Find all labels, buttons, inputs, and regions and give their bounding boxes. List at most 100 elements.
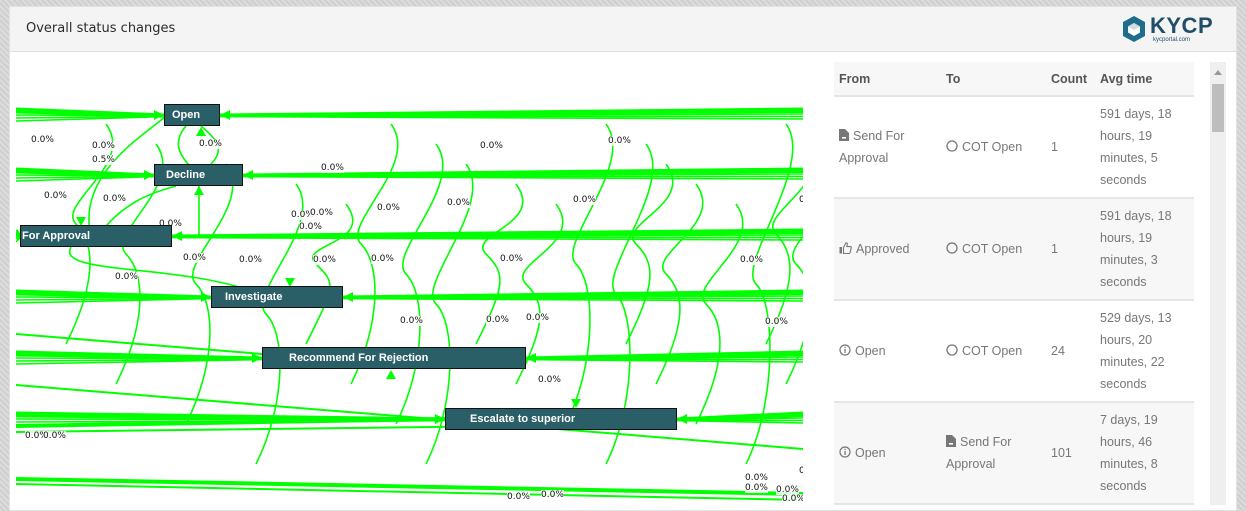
edge-label: 0.0% [799, 466, 803, 476]
file-icon [839, 129, 849, 141]
node-label: Open [172, 109, 201, 121]
edge-arrow-in-right [677, 414, 687, 424]
logo-text: KYCP [1150, 13, 1214, 38]
cell-from: Open [834, 402, 941, 505]
node-investigate[interactable]: Investigate [211, 286, 343, 308]
edge-label: 0.0% [43, 431, 66, 441]
edge-label: 0.0% [115, 272, 138, 282]
cell-to: COT Open [941, 300, 1046, 403]
cell-from: Open [834, 300, 941, 403]
kycp-logo: KYCP kycportal.com [1122, 13, 1222, 47]
edge-label: 0.0% [447, 198, 470, 208]
header-to[interactable]: To [941, 62, 1046, 97]
node-label: For Approval [22, 230, 91, 242]
cell-avg-time: 591 days, 18 hours, 19 minutes, 3 second… [1095, 198, 1194, 301]
edge-label: 0.0% [377, 203, 400, 213]
edge-label: 0.0% [310, 208, 333, 218]
edge-arrow-in-right [343, 292, 353, 302]
node-decline[interactable]: Decline [154, 164, 243, 186]
cell-count: 1 [1046, 198, 1095, 301]
node-label: Decline [166, 169, 206, 181]
panel-title: Overall status changes [26, 21, 176, 36]
edge-label: 0.0% [31, 135, 54, 145]
panel-header: Overall status changes KYCP kycportal.co… [10, 7, 1236, 52]
header-count[interactable]: Count [1046, 62, 1095, 97]
edge-arrow-up [194, 186, 204, 195]
info-icon [839, 446, 851, 458]
edge-label: 0.0% [92, 141, 115, 151]
node-label: Investigate [225, 291, 283, 303]
table-row: Open COT Open 24 529 days, 13 hours, 20 … [834, 300, 1194, 403]
edge-label: 0.0% [740, 255, 763, 265]
edge-label: 0.0% [507, 492, 530, 502]
edge-label: 0.0% [745, 473, 768, 483]
edge-label: 0.0% [199, 139, 222, 149]
status-changes-table: From To Count Avg time Send For Approval… [834, 62, 1194, 505]
edge-label: 0.0% [321, 163, 344, 173]
header-avg-time[interactable]: Avg time [1095, 62, 1194, 97]
cell-from: Approved [834, 198, 941, 301]
edge-label: 0.0% [500, 254, 523, 264]
edge-label: 0.0% [239, 255, 262, 265]
edge-label: 0.0% [44, 191, 67, 201]
edge-arrow-in-left [144, 170, 154, 180]
table-scrollbar[interactable] [1210, 62, 1226, 505]
table-header-row: From To Count Avg time [834, 62, 1194, 97]
edge-curve [565, 123, 614, 425]
edge-label: 0.0% [765, 317, 788, 327]
edge-arrow-down [571, 399, 581, 408]
edge-label: 0.0% [480, 141, 503, 151]
edge-label: 0.0% [573, 195, 596, 205]
circle-icon [946, 140, 958, 152]
edge-label: 0.0% [526, 313, 549, 323]
cube-logo-icon [1123, 16, 1145, 42]
edge-label: 0.0% [782, 494, 803, 504]
header-from[interactable]: From [834, 62, 941, 97]
info-icon [839, 344, 851, 356]
node-open[interactable]: Open [164, 104, 220, 126]
edge-curve [68, 246, 247, 290]
edge-label: 0.0% [799, 195, 803, 205]
file-icon [946, 435, 956, 447]
edge-arrow-in-right [243, 170, 253, 180]
cell-count: 1 [1046, 96, 1095, 199]
circle-icon [946, 344, 958, 356]
status-flow-diagram[interactable]: 0.0% 0.0% 0.0% 0.5% 0.0% 0.0% 0.0% 0.0% 0.0% 0.0%… [16, 54, 803, 505]
edge-label: 0.0% [608, 136, 631, 146]
edge-curve [395, 143, 444, 425]
cell-avg-time: 529 days, 13 hours, 20 minutes, 22 secon… [1095, 300, 1194, 403]
edge-long [16, 333, 263, 355]
node-escalate-to-superior[interactable]: Escalate to superior [445, 408, 677, 430]
scroll-thumb[interactable] [1212, 84, 1224, 132]
cell-count: 101 [1046, 402, 1095, 505]
edge-arrow-in-right [220, 110, 230, 120]
cell-to: Send For Approval [941, 402, 1046, 505]
table-row: Send For Approval COT Open 1 591 days, 1… [834, 96, 1194, 199]
logo-subtext: kycportal.com [1153, 37, 1191, 43]
edge-label: 0.0% [486, 315, 509, 325]
edge-label: 0.0% [313, 255, 336, 265]
node-label: Recommend For Rejection [289, 352, 429, 364]
node-recommend-for-rejection[interactable]: Recommend For Rejection [262, 347, 526, 369]
edge-arrow-up [386, 370, 396, 379]
scroll-up-arrow-icon[interactable] [1214, 70, 1222, 75]
edge-label: 0.5% [92, 155, 115, 165]
edge-label: 0.0% [371, 254, 394, 264]
edge-arrow-in-right [172, 231, 182, 241]
edge-label: 0.0% [541, 490, 564, 500]
edge-label: 0.0% [299, 222, 322, 232]
node-send-for-approval[interactable]: For Approval [20, 225, 172, 247]
cell-avg-time: 591 days, 18 hours, 19 minutes, 5 second… [1095, 96, 1194, 199]
cell-avg-time: 7 days, 19 hours, 46 minutes, 8 seconds [1095, 402, 1194, 505]
edge-label: 0.0% [103, 194, 126, 204]
cell-from: Send For Approval [834, 96, 941, 199]
cell-count: 24 [1046, 300, 1095, 403]
table-row: Open Send For Approval 101 7 days, 19 ho… [834, 402, 1194, 505]
edge-label: 0.0% [400, 316, 423, 326]
edge-label: 0.0% [183, 253, 206, 263]
circle-icon [946, 242, 958, 254]
edge-label: 0.0% [538, 375, 561, 385]
thumbs-up-icon [839, 242, 852, 254]
table-row: Approved COT Open 1 591 days, 18 hours, … [834, 198, 1194, 301]
cell-to: COT Open [941, 96, 1046, 199]
